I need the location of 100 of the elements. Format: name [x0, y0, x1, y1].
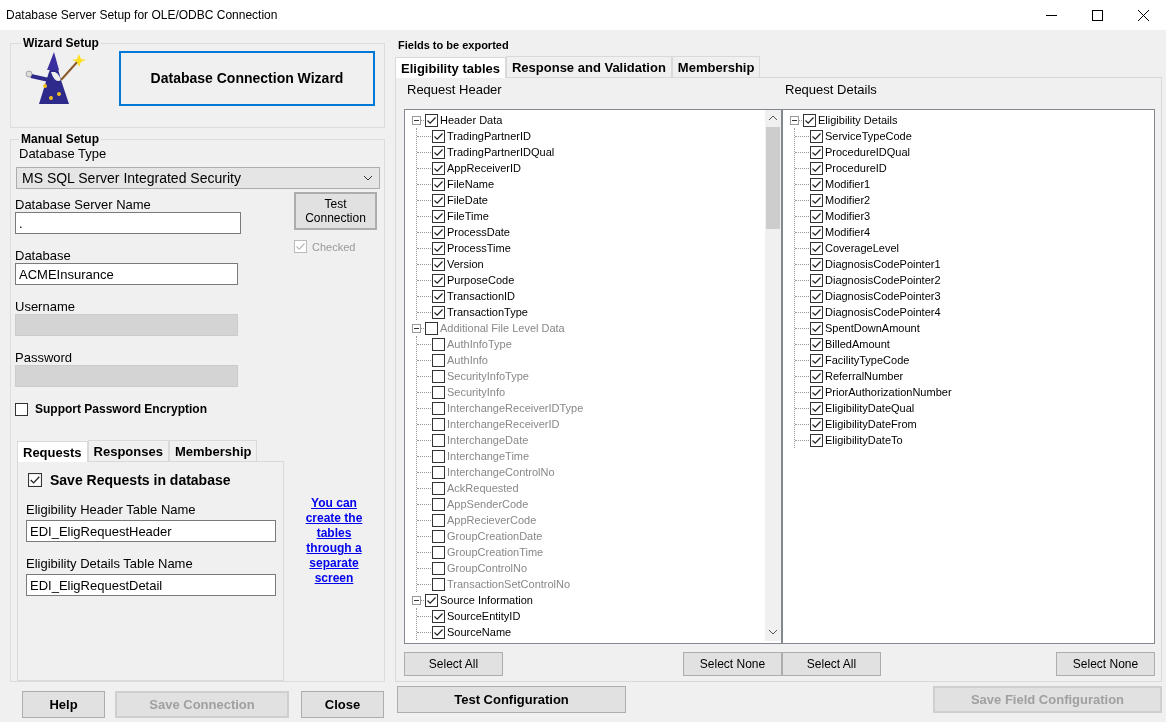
tree-item-label[interactable]: SourceEntityID [447, 610, 521, 622]
checkbox[interactable] [432, 337, 445, 351]
checkbox[interactable] [810, 305, 823, 319]
checkbox[interactable] [432, 289, 445, 303]
tree-item-label[interactable]: FacilityTypeCode [825, 354, 910, 366]
checkbox[interactable] [432, 385, 445, 399]
checkbox[interactable] [432, 497, 445, 511]
checkbox[interactable] [432, 561, 445, 575]
tree-item-label[interactable]: GroupControlNo [447, 562, 528, 574]
server-name-field[interactable]: . [15, 212, 241, 234]
checkbox[interactable] [432, 465, 445, 479]
tree-item-label[interactable]: FileTime [447, 210, 489, 222]
checkbox[interactable] [432, 449, 445, 463]
collapse-icon[interactable] [412, 323, 421, 333]
checkbox[interactable] [810, 257, 823, 271]
checkbox[interactable] [432, 545, 445, 559]
tree-item-label[interactable]: TradingPartnerIDQual [447, 146, 555, 158]
checkbox[interactable] [432, 273, 445, 287]
tab[interactable]: Requests [17, 441, 88, 462]
tree-item-label[interactable]: ProcedureID [825, 162, 887, 174]
tree-item-label[interactable]: DiagnosisCodePointer4 [825, 306, 941, 318]
checkbox[interactable] [810, 129, 823, 143]
tree-item-label[interactable]: AuthInfoType [447, 338, 512, 350]
checkbox[interactable] [432, 145, 445, 159]
tree-item-label[interactable]: GroupCreationTime [447, 546, 544, 558]
tree-item-label[interactable]: EligibilityDateTo [825, 434, 903, 446]
checkbox[interactable] [425, 593, 438, 607]
checkbox[interactable] [432, 369, 445, 383]
checkbox[interactable] [810, 289, 823, 303]
tree-item-label[interactable]: SourceName [447, 626, 512, 638]
checkbox[interactable] [15, 402, 28, 416]
dialog-button[interactable]: Test Configuration [397, 686, 626, 713]
tree-item-label[interactable]: AckRequested [447, 482, 519, 494]
tree-item-label[interactable]: EligibilityDateFrom [825, 418, 917, 430]
tree-item-label[interactable]: SecurityInfo [447, 386, 506, 398]
tab[interactable]: Response and Validation [505, 56, 672, 77]
tree-item-label[interactable]: CoverageLevel [825, 242, 899, 254]
tree-item-label[interactable]: DiagnosisCodePointer1 [825, 258, 941, 270]
tree-item-label[interactable]: Modifier2 [825, 194, 871, 206]
tree-item-label[interactable]: PriorAuthorizationNumber [825, 386, 952, 398]
test-connection-button[interactable]: Test Connection [294, 192, 377, 230]
tree-item-label[interactable]: InterchangeReceiverIDType [447, 402, 584, 414]
tree-item-label[interactable]: BilledAmount [825, 338, 890, 350]
tree-item-label[interactable]: SpentDownAmount [825, 322, 920, 334]
checkbox[interactable] [803, 113, 816, 127]
tree-item-label[interactable]: AuthInfo [447, 354, 488, 366]
database-field[interactable]: ACMEInsurance [15, 263, 238, 285]
tree-item-label[interactable]: InterchangeTime [447, 450, 530, 462]
database-type-dropdown[interactable]: MS SQL Server Integrated Security [16, 167, 380, 189]
tree-item-label[interactable]: ProcessTime [447, 242, 511, 254]
tree-item-label[interactable]: Eligibility Details [818, 114, 898, 126]
checkbox[interactable] [810, 225, 823, 239]
checkbox[interactable] [432, 305, 445, 319]
checkbox[interactable] [432, 177, 445, 191]
checkbox[interactable] [810, 145, 823, 159]
tree-item-label[interactable]: ReferralNumber [825, 370, 904, 382]
tree-item-label[interactable]: TransactionID [447, 290, 516, 302]
tree-item-label[interactable]: Modifier1 [825, 178, 871, 190]
table-name-field[interactable]: EDI_EligRequestHeader [26, 520, 276, 542]
checkbox[interactable] [432, 513, 445, 527]
checkbox[interactable] [810, 177, 823, 191]
tree-item-label[interactable]: InterchangeDate [447, 434, 529, 446]
checkbox[interactable] [810, 385, 823, 399]
tree-item-label[interactable]: Source Information [440, 594, 533, 606]
checkbox[interactable] [432, 225, 445, 239]
tree-item-label[interactable]: DiagnosisCodePointer2 [825, 274, 941, 286]
checkbox[interactable] [432, 417, 445, 431]
tree-item-label[interactable]: Modifier3 [825, 210, 871, 222]
close-icon[interactable] [1138, 9, 1149, 21]
checkbox[interactable] [810, 433, 823, 447]
checkbox[interactable] [432, 129, 445, 143]
checkbox[interactable] [432, 401, 445, 415]
checkbox[interactable] [432, 257, 445, 271]
checkbox[interactable] [432, 625, 445, 639]
tree-item-label[interactable]: Version [447, 258, 484, 270]
checkbox[interactable] [425, 321, 438, 335]
checkbox[interactable] [810, 337, 823, 351]
tree-item-label[interactable]: AppSenderCode [447, 498, 529, 510]
checkbox[interactable] [810, 193, 823, 207]
checkbox[interactable] [432, 353, 445, 367]
checkbox[interactable] [432, 577, 445, 591]
checkbox[interactable] [432, 529, 445, 543]
checkbox[interactable] [810, 209, 823, 223]
wizard-button[interactable]: Database Connection Wizard [119, 50, 375, 106]
tree-item-label[interactable]: ProcedureIDQual [825, 146, 910, 158]
dialog-button[interactable]: Close [301, 691, 384, 718]
checkbox[interactable] [810, 417, 823, 431]
checkbox[interactable] [810, 241, 823, 255]
dialog-button[interactable]: Help [22, 691, 105, 718]
tree-item-label[interactable]: TradingPartnerID [447, 130, 531, 142]
tree-item-label[interactable]: FileName [447, 178, 495, 190]
checkbox[interactable] [810, 273, 823, 287]
checkbox[interactable] [810, 369, 823, 383]
tree-item-label[interactable]: Header Data [440, 114, 503, 126]
checkbox[interactable] [28, 473, 42, 487]
tree-item-label[interactable]: TransactionSetControlNo [447, 578, 571, 590]
tree-item-label[interactable]: EligibilityDateQual [825, 402, 915, 414]
tree-item-label[interactable]: AppReceiverID [447, 162, 521, 174]
tree-item-label[interactable]: Modifier4 [825, 226, 871, 238]
tree-item-label[interactable]: InterchangeReceiverID [447, 418, 560, 430]
